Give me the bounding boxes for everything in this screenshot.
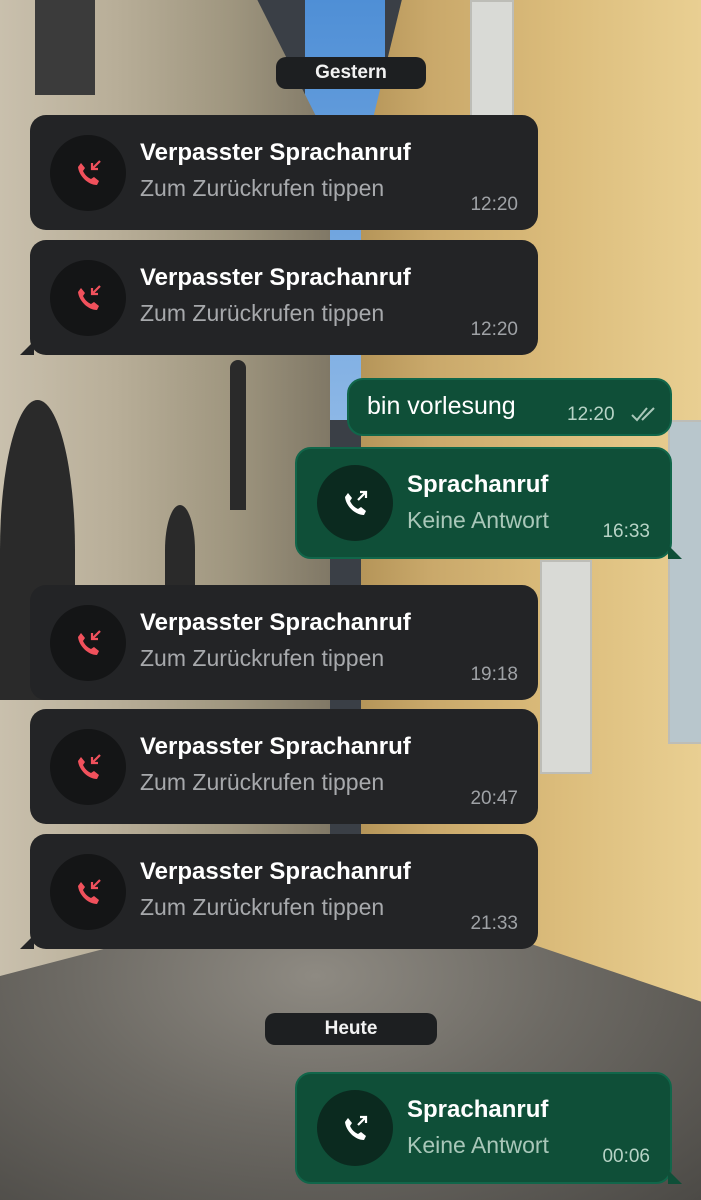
call-subtitle: Keine Antwort <box>407 1132 549 1158</box>
call-title: Verpasster Sprachanruf <box>140 139 411 166</box>
wallpaper-window <box>230 360 246 510</box>
read-receipt-icon <box>631 407 655 422</box>
missed-call-bubble[interactable]: Verpasster Sprachanruf Zum Zurückrufen t… <box>30 585 538 700</box>
outgoing-text-bubble[interactable]: bin vorlesung 12:20 <box>347 378 672 436</box>
call-title: Sprachanruf <box>407 471 549 498</box>
message-time: 20:47 <box>470 788 518 809</box>
call-title: Sprachanruf <box>407 1096 549 1123</box>
message-time: 19:18 <box>470 664 518 685</box>
message-time: 12:20 <box>470 194 518 215</box>
wallpaper-shutter <box>668 420 701 744</box>
outgoing-call-bubble[interactable]: Sprachanruf Keine Antwort 00:06 <box>295 1072 672 1184</box>
message-text: bin vorlesung <box>367 392 516 420</box>
wallpaper-shutter <box>470 0 514 119</box>
message-time: 21:33 <box>470 913 518 934</box>
missed-call-icon <box>50 135 126 211</box>
call-subtitle: Zum Zurückrufen tippen <box>140 300 385 326</box>
call-subtitle: Keine Antwort <box>407 507 549 533</box>
message-time: 16:33 <box>602 521 650 542</box>
missed-call-icon <box>50 260 126 336</box>
missed-call-icon <box>50 729 126 805</box>
outgoing-call-bubble[interactable]: Sprachanruf Keine Antwort 16:33 <box>295 447 672 559</box>
call-subtitle: Zum Zurückrufen tippen <box>140 769 385 795</box>
message-time: 00:06 <box>602 1146 650 1167</box>
missed-call-bubble[interactable]: Verpasster Sprachanruf Zum Zurückrufen t… <box>30 240 538 355</box>
outgoing-call-icon <box>317 465 393 541</box>
date-separator-today: Heute <box>265 1013 437 1045</box>
missed-call-bubble[interactable]: Verpasster Sprachanruf Zum Zurückrufen t… <box>30 115 538 230</box>
missed-call-bubble[interactable]: Verpasster Sprachanruf Zum Zurückrufen t… <box>30 834 538 949</box>
message-time: 12:20 <box>470 319 518 340</box>
date-separator-yesterday: Gestern <box>276 57 426 89</box>
outgoing-call-icon <box>317 1090 393 1166</box>
missed-call-icon <box>50 605 126 681</box>
call-subtitle: Zum Zurückrufen tippen <box>140 645 385 671</box>
message-time: 12:20 <box>567 404 615 425</box>
call-title: Verpasster Sprachanruf <box>140 264 411 291</box>
call-title: Verpasster Sprachanruf <box>140 609 411 636</box>
call-title: Verpasster Sprachanruf <box>140 858 411 885</box>
wallpaper-window <box>35 0 95 95</box>
call-subtitle: Zum Zurückrufen tippen <box>140 894 385 920</box>
call-subtitle: Zum Zurückrufen tippen <box>140 175 385 201</box>
wallpaper-arched-window <box>165 505 195 595</box>
missed-call-bubble[interactable]: Verpasster Sprachanruf Zum Zurückrufen t… <box>30 709 538 824</box>
wallpaper-shutter <box>540 560 592 774</box>
missed-call-icon <box>50 854 126 930</box>
call-title: Verpasster Sprachanruf <box>140 733 411 760</box>
